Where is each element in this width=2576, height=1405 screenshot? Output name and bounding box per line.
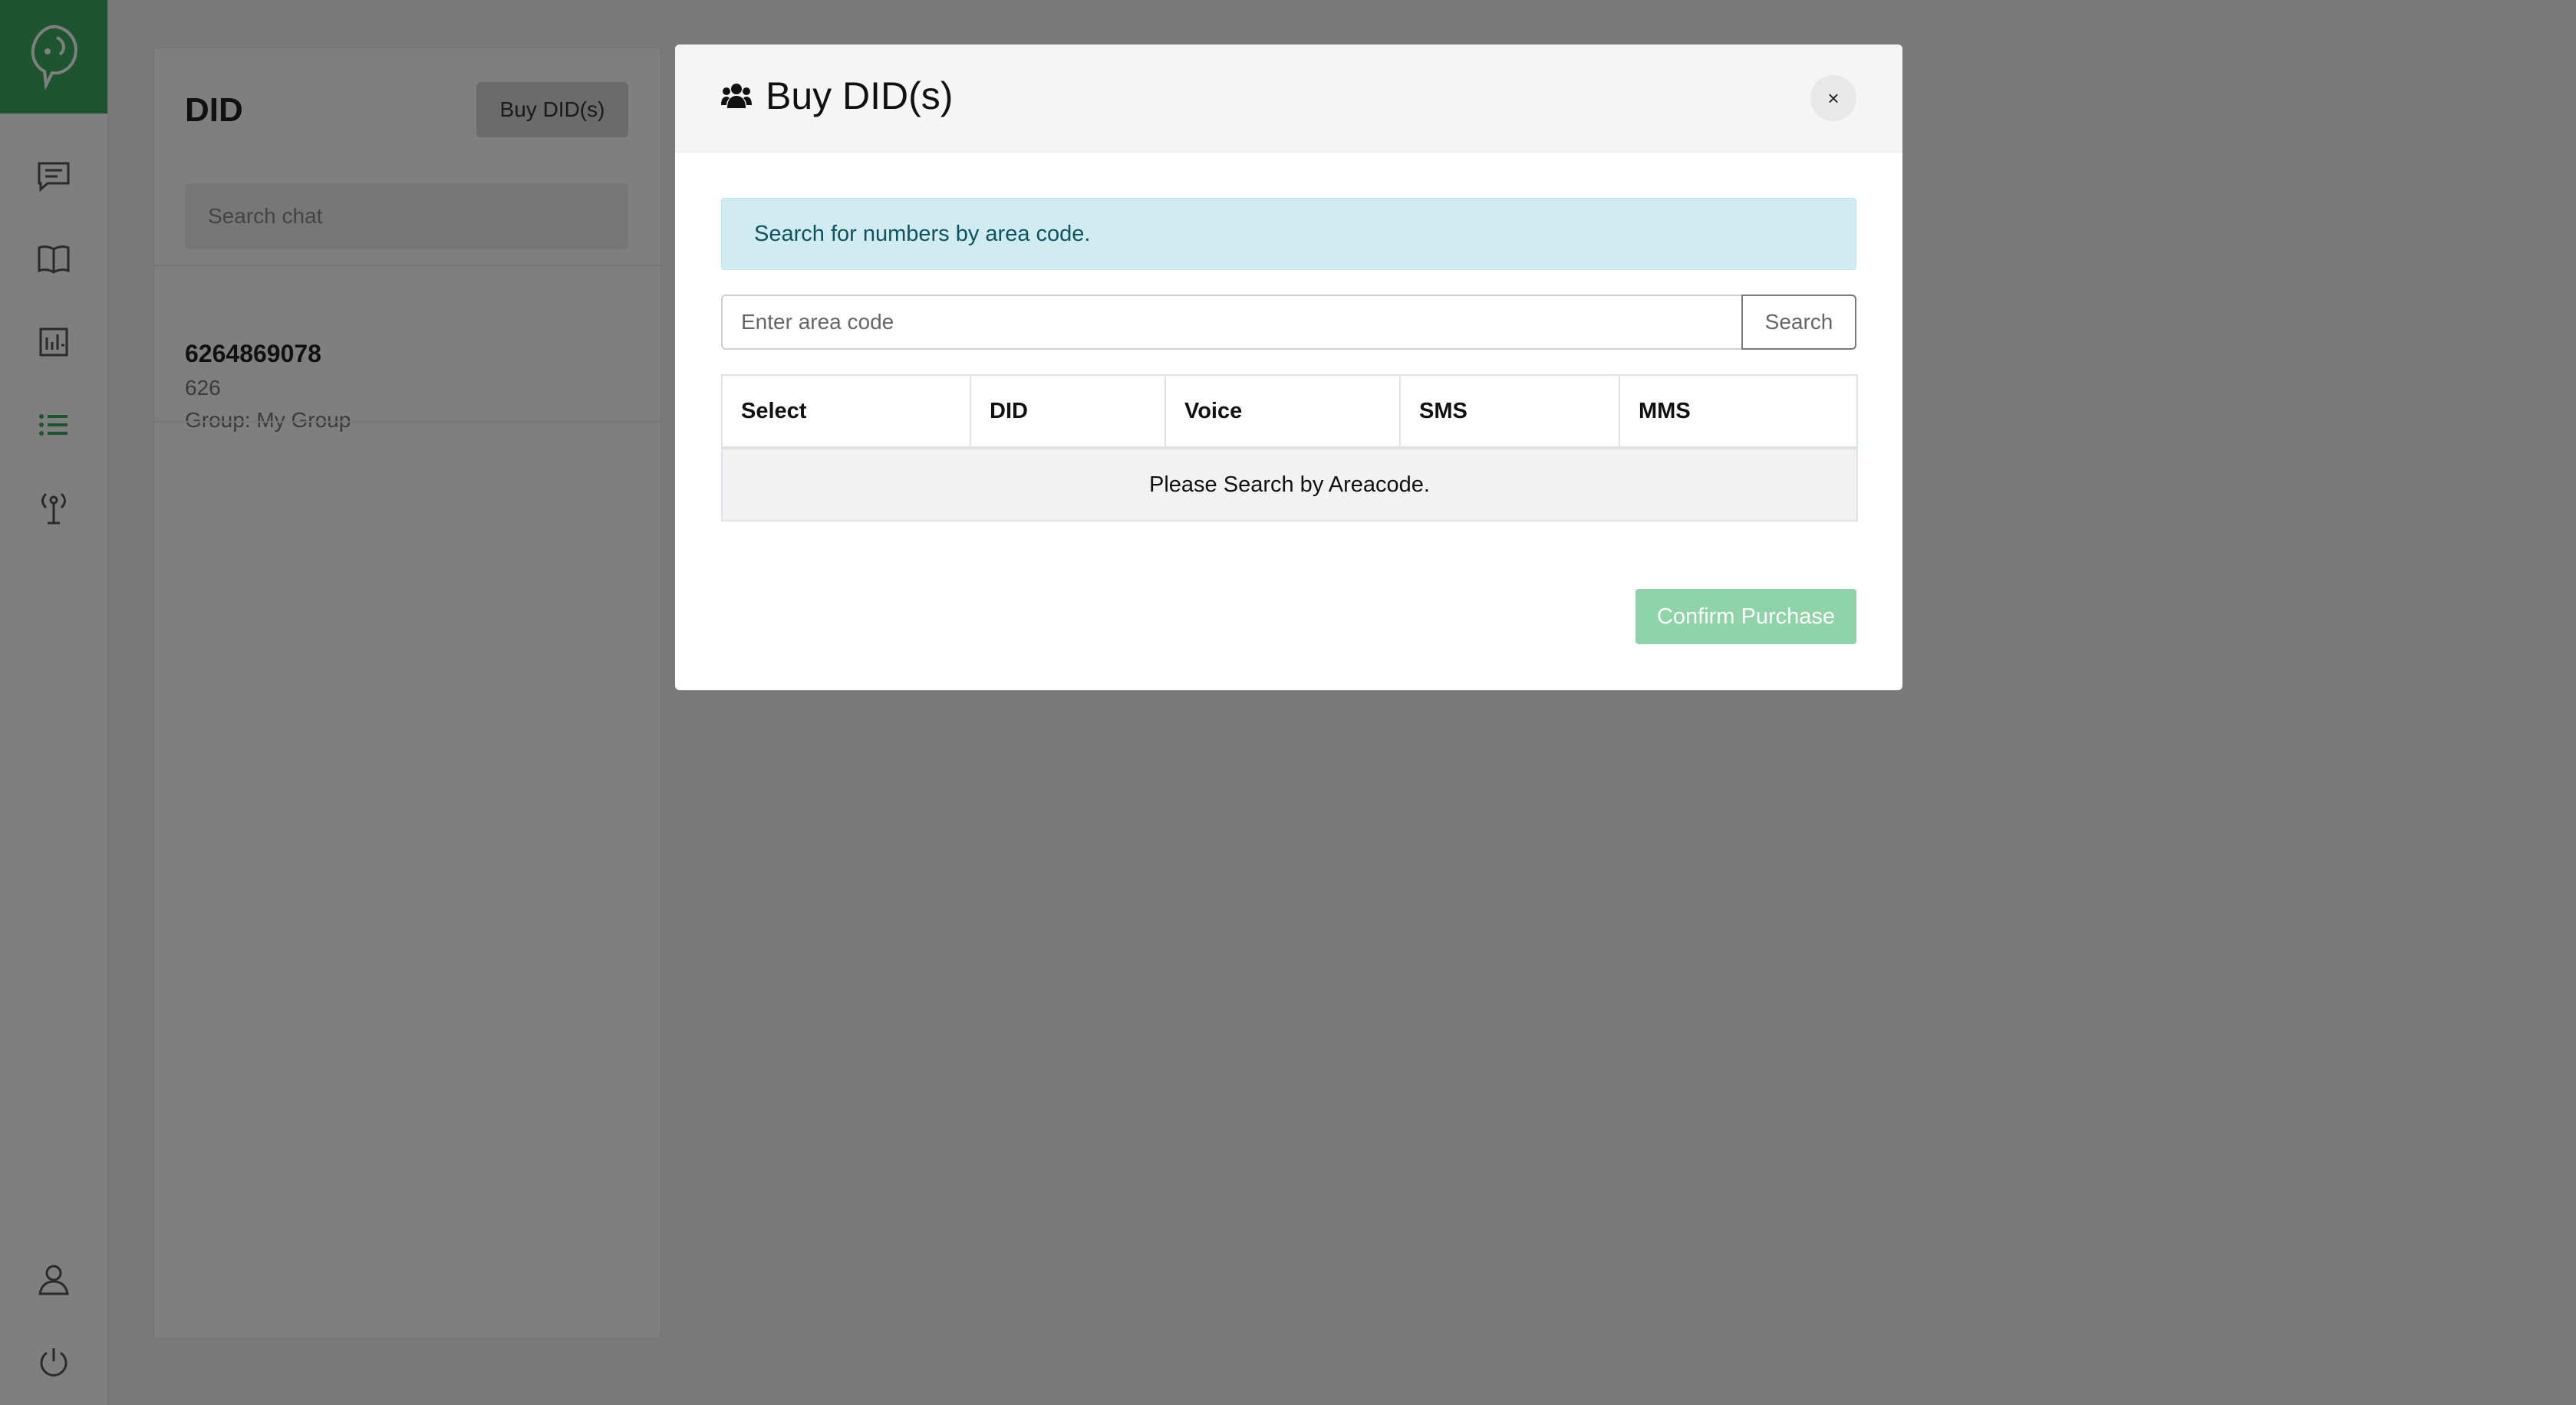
column-header-sms: SMS: [1399, 374, 1620, 449]
empty-table-message: Please Search by Areacode.: [721, 447, 1858, 522]
modal-title-text: Buy DID(s): [766, 74, 954, 117]
users-icon: [721, 84, 752, 108]
column-header-did: DID: [970, 374, 1166, 449]
buy-did-modal: Buy DID(s) × Search for numbers by area …: [675, 44, 1902, 690]
table-row: Please Search by Areacode.: [721, 447, 1858, 522]
table-header-row: Select DID Voice SMS MMS: [721, 374, 1858, 449]
search-button[interactable]: Search: [1741, 294, 1856, 350]
did-results-table: Select DID Voice SMS MMS Please Search b…: [721, 374, 1858, 522]
column-header-voice: Voice: [1164, 374, 1401, 449]
info-alert: Search for numbers by area code.: [721, 198, 1856, 270]
modal-header: Buy DID(s) ×: [675, 44, 1902, 153]
column-header-select: Select: [721, 374, 971, 449]
column-header-mms: MMS: [1619, 374, 1858, 449]
close-button[interactable]: ×: [1810, 75, 1856, 121]
modal-title: Buy DID(s): [721, 74, 953, 118]
confirm-purchase-button[interactable]: Confirm Purchase: [1636, 589, 1856, 644]
area-code-input[interactable]: [721, 294, 1743, 350]
